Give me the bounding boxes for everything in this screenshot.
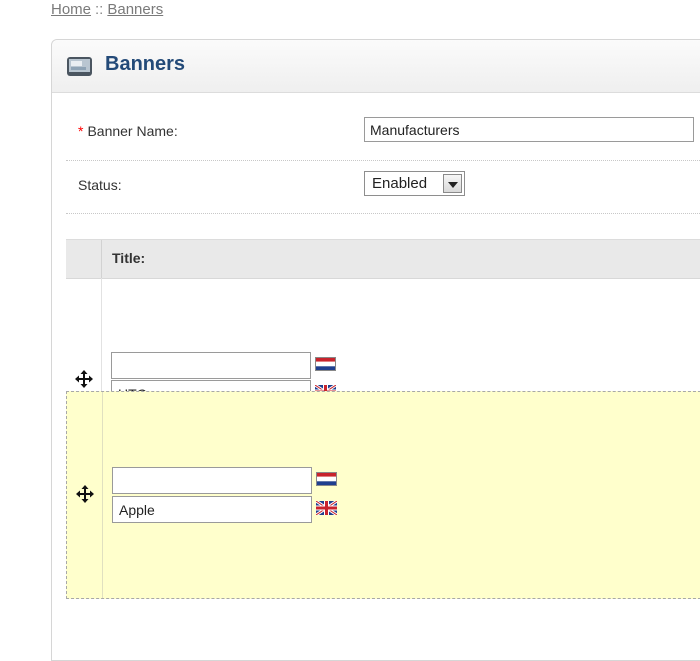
- status-label: Status:: [78, 177, 122, 193]
- column-header-title: Title:: [112, 250, 146, 266]
- panel-header: Banners: [52, 40, 700, 93]
- column-divider: [102, 392, 103, 598]
- title-input-en[interactable]: [112, 496, 312, 523]
- netherlands-flag-icon: [315, 357, 336, 371]
- column-divider: [101, 240, 102, 278]
- table-row-dragging[interactable]: [66, 391, 700, 599]
- required-mark: *: [78, 123, 84, 139]
- banner-name-label-text: Banner Name:: [87, 123, 178, 139]
- status-select-value: Enabled: [372, 175, 428, 192]
- banner-icon: [66, 55, 93, 78]
- status-select[interactable]: Enabled: [364, 171, 465, 196]
- breadcrumb-banners-link[interactable]: Banners: [107, 1, 163, 18]
- netherlands-flag-icon: [316, 472, 337, 486]
- status-row: Status: Enabled: [66, 160, 700, 214]
- banner-name-input[interactable]: [364, 117, 694, 142]
- uk-flag-icon: [315, 499, 338, 517]
- table-header: Title:: [66, 239, 700, 279]
- page-title: Banners: [105, 53, 186, 75]
- move-arrows-icon[interactable]: [74, 369, 94, 389]
- breadcrumb-home-link[interactable]: Home: [51, 1, 91, 18]
- breadcrumb: Home:: Banners: [51, 1, 163, 18]
- title-input-nl[interactable]: [112, 467, 312, 494]
- breadcrumb-separator: ::: [95, 1, 104, 18]
- banner-name-row: * Banner Name:: [66, 101, 700, 161]
- banner-name-label: * Banner Name:: [78, 123, 178, 139]
- title-input-nl[interactable]: [111, 352, 311, 379]
- chevron-down-icon[interactable]: [443, 174, 462, 193]
- move-arrows-icon[interactable]: [75, 484, 95, 504]
